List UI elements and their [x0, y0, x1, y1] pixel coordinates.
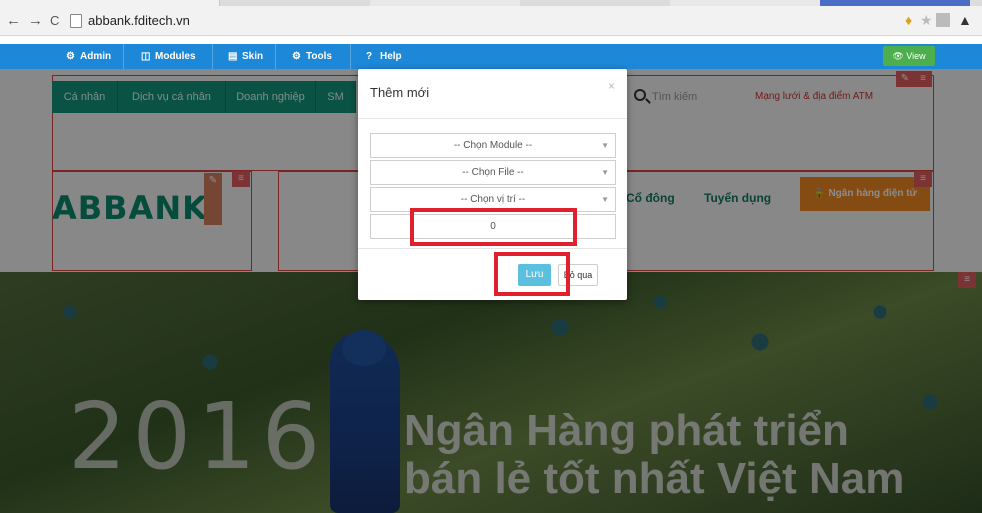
- tab-strip: [0, 0, 982, 6]
- dialog-title: Thêm mới: [370, 85, 430, 100]
- module-select[interactable]: -- Chọn Module -- ▼: [370, 133, 616, 158]
- chevron-down-icon: ▼: [601, 168, 609, 177]
- view-button-label: View: [906, 51, 926, 61]
- skin-menu-button[interactable]: ▤ Skin: [228, 44, 263, 69]
- module-select-value: -- Chọn Module --: [453, 140, 533, 151]
- chevron-down-icon: ▼: [601, 141, 609, 150]
- modules-icon: ◫: [141, 51, 151, 62]
- extension-icon[interactable]: ♦: [905, 12, 912, 28]
- divider: [123, 44, 124, 69]
- file-select[interactable]: -- Chọn File -- ▼: [370, 160, 616, 185]
- admin-menu-label: Admin: [80, 51, 112, 62]
- highlight-order-input: [410, 208, 577, 246]
- eye-icon: 👁: [892, 51, 904, 61]
- admin-menu-button[interactable]: ⚙ Admin: [66, 44, 111, 69]
- close-icon[interactable]: ×: [608, 79, 615, 93]
- divider: [275, 44, 276, 69]
- help-menu-button[interactable]: ? Help: [366, 44, 402, 69]
- help-menu-label: Help: [380, 51, 402, 62]
- skin-menu-label: Skin: [242, 51, 264, 62]
- back-arrow-icon[interactable]: ←: [6, 12, 21, 30]
- browser-tab[interactable]: [820, 0, 970, 6]
- tools-icon: ⚙: [292, 51, 301, 62]
- dialog-header: Thêm mới ×: [358, 69, 627, 119]
- tools-menu-label: Tools: [306, 51, 332, 62]
- tools-menu-button[interactable]: ⚙ Tools: [292, 44, 332, 69]
- url-text[interactable]: abbank.fditech.vn: [88, 13, 190, 28]
- skin-icon: ▤: [228, 51, 238, 62]
- divider: [350, 44, 351, 69]
- reload-icon[interactable]: C: [50, 12, 59, 30]
- browser-tab[interactable]: [0, 0, 220, 6]
- file-select-value: -- Chọn File --: [462, 167, 524, 178]
- extension-icon[interactable]: ▲: [958, 12, 972, 28]
- browser-toolbar: ← → C abbank.fditech.vn ♦ ★ ▲: [0, 0, 982, 36]
- highlight-save-button: [494, 252, 570, 296]
- add-module-dialog: Thêm mới × -- Chọn Module -- ▼ -- Chọn F…: [358, 69, 627, 300]
- browser-tab[interactable]: [370, 0, 520, 6]
- modules-menu-button[interactable]: ◫ Modules: [141, 44, 196, 69]
- forward-arrow-icon[interactable]: →: [28, 12, 43, 30]
- divider: [212, 44, 213, 69]
- address-bar[interactable]: abbank.fditech.vn: [70, 12, 930, 32]
- modules-menu-label: Modules: [155, 51, 196, 62]
- chevron-down-icon: ▼: [601, 195, 609, 204]
- extension-icon[interactable]: [936, 13, 950, 27]
- position-select-value: -- Chọn vị trí --: [460, 194, 526, 205]
- help-icon: ?: [366, 51, 373, 62]
- admin-toolbar: ⚙ Admin ◫ Modules ▤ Skin ⚙ Tools ? Help: [0, 44, 982, 69]
- star-icon[interactable]: ★: [920, 12, 933, 28]
- page-icon: [70, 14, 82, 28]
- gear-icon: ⚙: [66, 51, 75, 62]
- browser-tab[interactable]: [670, 0, 820, 6]
- view-button[interactable]: 👁 View: [883, 46, 935, 66]
